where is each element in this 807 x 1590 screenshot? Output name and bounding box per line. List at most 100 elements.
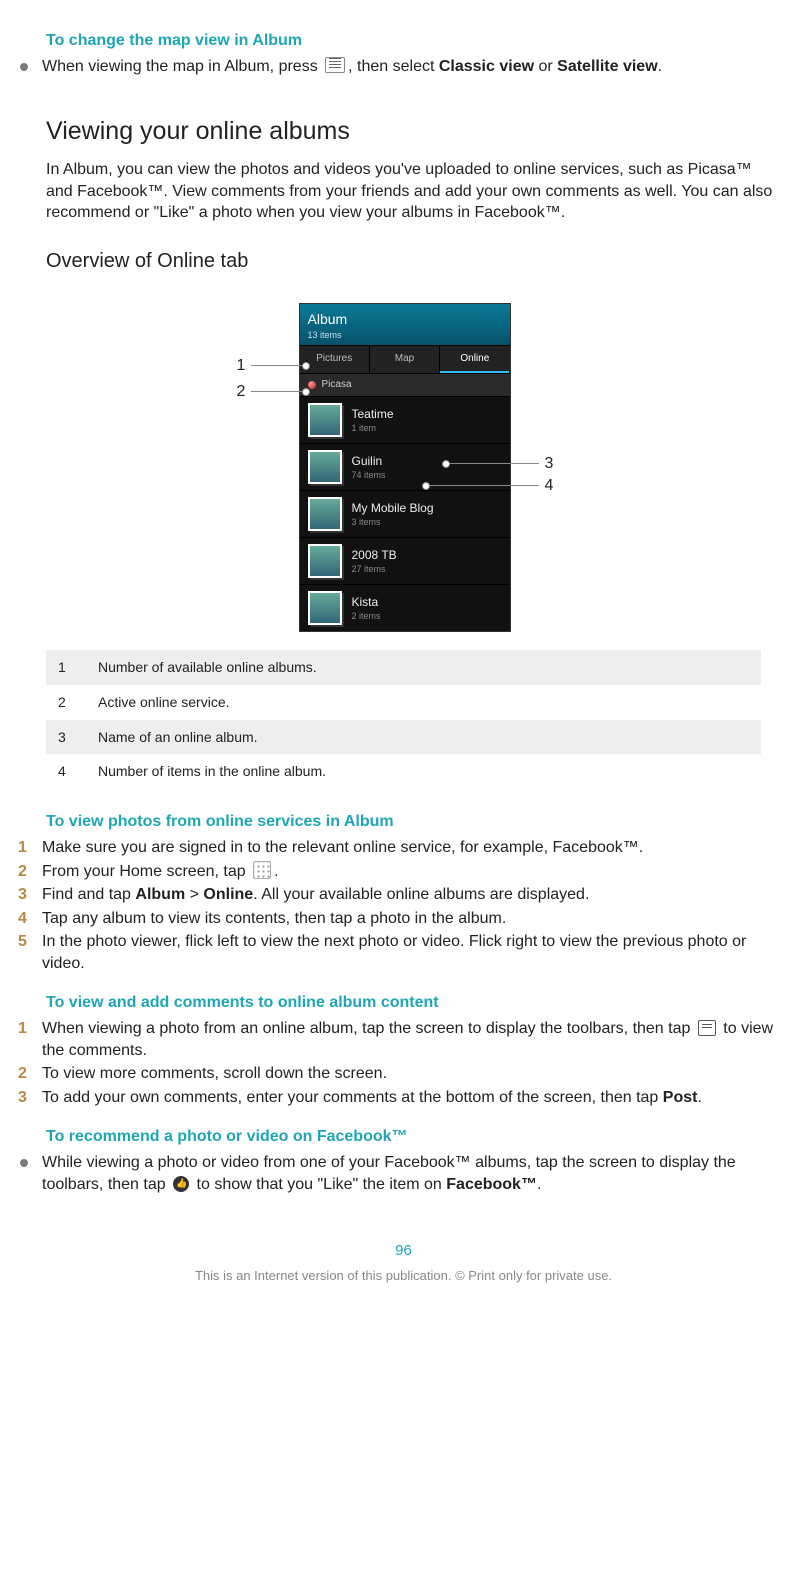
picasa-icon <box>308 381 316 389</box>
bullet-item: While viewing a photo or video from one … <box>18 1152 789 1195</box>
step-text: To add your own comments, enter your com… <box>42 1087 779 1109</box>
text: to show that you "Like" the item on <box>192 1176 446 1193</box>
legend-num: 3 <box>52 728 98 747</box>
step-num: 4 <box>18 908 42 930</box>
legend-row: 1 Number of available online albums. <box>46 650 761 685</box>
legend-table: 1 Number of available online albums. 2 A… <box>46 650 761 790</box>
step-text: In the photo viewer, flick left to view … <box>42 931 779 974</box>
text: When viewing a photo from an online albu… <box>42 1020 695 1037</box>
bullet-icon <box>20 63 28 71</box>
step-num: 3 <box>18 884 42 906</box>
step-row: 3Find and tap Album > Online. All your a… <box>18 884 779 906</box>
album-thumb <box>308 403 342 437</box>
album-count: 27 items <box>352 563 397 575</box>
subsection-title-overview: Overview of Online tab <box>46 248 789 275</box>
album-name: 2008 TB <box>352 547 397 563</box>
legend-text: Number of available online albums. <box>98 658 317 677</box>
step-num: 5 <box>18 931 42 953</box>
album-thumb <box>308 591 342 625</box>
bullet-icon <box>20 1159 28 1167</box>
phone-service-row: Picasa <box>300 374 510 396</box>
album-thumb <box>308 450 342 484</box>
step-num: 2 <box>18 861 42 883</box>
step-row: 1Make sure you are signed in to the rele… <box>18 837 779 859</box>
callout-number: 4 <box>545 475 554 497</box>
legend-num: 4 <box>52 762 98 781</box>
text: . <box>537 1176 541 1193</box>
legend-num: 1 <box>52 658 98 677</box>
text: or <box>534 58 557 75</box>
text: Find and tap <box>42 886 135 903</box>
legend-row: 3 Name of an online album. <box>46 720 761 755</box>
step-num: 1 <box>18 837 42 859</box>
callout-number: 2 <box>237 381 246 403</box>
legend-num: 2 <box>52 693 98 712</box>
page-number: 96 <box>18 1241 789 1261</box>
bullet-text: While viewing a photo or video from one … <box>42 1152 789 1195</box>
step-row: 2To view more comments, scroll down the … <box>18 1063 779 1085</box>
callout-3: 3 <box>449 453 554 475</box>
legend-text: Name of an online album. <box>98 728 258 747</box>
callout-2: 2 <box>237 381 304 403</box>
album-name: Kista <box>352 594 381 610</box>
menu-icon <box>325 57 345 73</box>
text: When viewing the map in Album, press <box>42 58 322 75</box>
section-paragraph: In Album, you can view the photos and vi… <box>46 159 779 224</box>
legend-row: 2 Active online service. <box>46 685 761 720</box>
text: , then select <box>348 58 439 75</box>
step-text: When viewing a photo from an online albu… <box>42 1018 779 1061</box>
phone-header: Album 13 items <box>300 304 510 345</box>
bullet-text: When viewing the map in Album, press , t… <box>42 56 789 78</box>
bold-satellite-view: Satellite view <box>557 58 658 75</box>
album-thumb <box>308 497 342 531</box>
step-text: From your Home screen, tap . <box>42 861 779 883</box>
heading-view-photos: To view photos from online services in A… <box>46 811 789 833</box>
heading-view-comments: To view and add comments to online album… <box>46 992 789 1014</box>
phone-album-row: My Mobile Blog 3 items <box>300 490 510 537</box>
step-row: 4Tap any album to view its contents, the… <box>18 908 779 930</box>
legend-text: Number of items in the online album. <box>98 762 326 781</box>
step-num: 1 <box>18 1018 42 1040</box>
bold-post: Post <box>663 1089 698 1106</box>
step-num: 2 <box>18 1063 42 1085</box>
album-thumb <box>308 544 342 578</box>
step-row: 3To add your own comments, enter your co… <box>18 1087 779 1109</box>
legend-text: Active online service. <box>98 693 230 712</box>
text: > <box>185 886 203 903</box>
heading-recommend-facebook: To recommend a photo or video on Faceboo… <box>46 1126 789 1148</box>
bold-online: Online <box>203 886 253 903</box>
album-name: Guilin <box>352 453 386 469</box>
text: . <box>274 863 278 880</box>
callout-number: 1 <box>237 355 246 377</box>
apps-grid-icon <box>253 861 271 879</box>
phone-illustration: 1 2 3 4 Album 13 items Pictures Map Onli… <box>219 303 589 632</box>
phone-album-row: Kista 2 items <box>300 584 510 631</box>
album-count: 1 item <box>352 422 394 434</box>
step-text: Find and tap Album > Online. All your av… <box>42 884 779 906</box>
text: . <box>697 1089 701 1106</box>
album-name: My Mobile Blog <box>352 500 434 516</box>
callout-4: 4 <box>429 475 554 497</box>
album-name: Teatime <box>352 406 394 422</box>
callout-number: 3 <box>545 453 554 475</box>
step-row: 5In the photo viewer, flick left to view… <box>18 931 779 974</box>
bold-facebook: Facebook™ <box>446 1176 537 1193</box>
phone-tab: Map <box>370 346 440 374</box>
phone-app-title: Album <box>308 310 502 329</box>
phone-album-row: Teatime 1 item <box>300 396 510 443</box>
callout-1: 1 <box>237 355 304 377</box>
text: From your Home screen, tap <box>42 863 250 880</box>
step-text: Make sure you are signed in to the relev… <box>42 837 779 859</box>
text: . All your available online albums are d… <box>253 886 589 903</box>
phone-item-count: 13 items <box>308 329 502 341</box>
legend-row: 4 Number of items in the online album. <box>46 754 761 789</box>
section-title-online-albums: Viewing your online albums <box>46 115 789 149</box>
phone-tab-active: Online <box>440 346 509 374</box>
step-text: To view more comments, scroll down the s… <box>42 1063 779 1085</box>
heading-change-map-view: To change the map view in Album <box>46 30 789 52</box>
album-count: 3 items <box>352 516 434 528</box>
phone-tab: Pictures <box>300 346 370 374</box>
step-num: 3 <box>18 1087 42 1109</box>
bold-album: Album <box>135 886 185 903</box>
step-row: 1When viewing a photo from an online alb… <box>18 1018 779 1061</box>
